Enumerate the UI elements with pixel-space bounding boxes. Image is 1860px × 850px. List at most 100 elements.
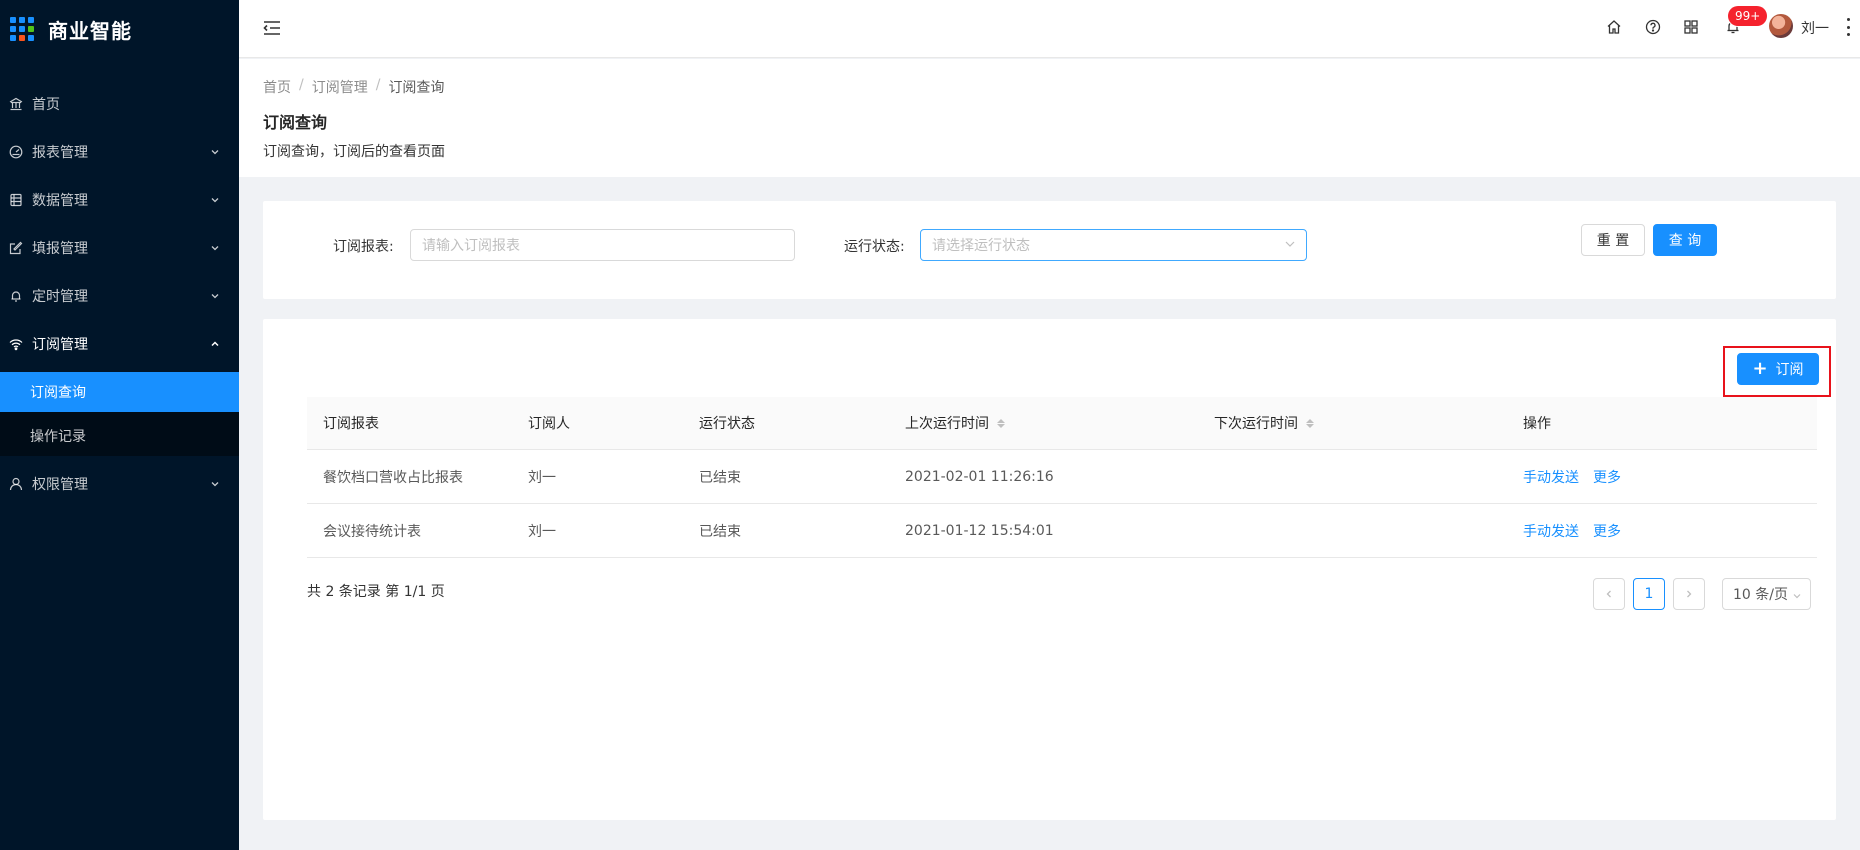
page-size-select[interactable]: 10 条/页 bbox=[1722, 578, 1811, 610]
add-subscription-button[interactable]: + 订阅 bbox=[1737, 353, 1819, 385]
menu-fold-icon[interactable] bbox=[262, 18, 282, 38]
current-page: 1 bbox=[1644, 586, 1654, 602]
status-field-label: 运行状态: bbox=[844, 239, 905, 255]
page-number-button[interactable]: 1 bbox=[1633, 578, 1665, 610]
page-title: 订阅查询 bbox=[263, 113, 328, 132]
sidebar-subitem-subscription-query[interactable]: 订阅查询 bbox=[0, 372, 239, 412]
sort-icon[interactable] bbox=[1306, 418, 1314, 428]
cell-last-run: 2021-01-12 15:54:01 bbox=[905, 522, 1054, 539]
chevron-right-icon bbox=[1687, 590, 1692, 598]
prev-page-button[interactable] bbox=[1593, 578, 1625, 610]
add-subscription-label: 订阅 bbox=[1775, 362, 1804, 378]
sidebar-item-data[interactable]: 数据管理 bbox=[0, 176, 239, 224]
user-name[interactable]: 刘一 bbox=[1801, 18, 1829, 38]
form-icon bbox=[8, 240, 24, 256]
subscription-table: 订阅报表 订阅人 运行状态 上次运行时间 下次运行时间 操作 餐饮档口营收占比报… bbox=[307, 397, 1817, 558]
column-header-label: 上次运行时间 bbox=[905, 416, 989, 432]
table-icon bbox=[8, 192, 24, 208]
table-row: 餐饮档口营收占比报表 刘一 已结束 2021-02-01 11:26:16 手动… bbox=[307, 450, 1817, 504]
bank-icon bbox=[8, 96, 24, 112]
column-header-label: 下次运行时间 bbox=[1214, 416, 1298, 432]
more-link[interactable]: 更多 bbox=[1593, 521, 1621, 541]
column-header-last-run[interactable]: 上次运行时间 bbox=[889, 413, 1198, 433]
sidebar-item-schedule[interactable]: 定时管理 bbox=[0, 272, 239, 320]
chevron-down-icon bbox=[209, 146, 221, 158]
chevron-up-icon bbox=[209, 338, 221, 350]
more-link[interactable]: 更多 bbox=[1593, 467, 1621, 487]
sidebar-item-label: 操作记录 bbox=[30, 429, 86, 445]
subscription-table-card: + 订阅 订阅报表 订阅人 运行状态 上次运行时间 下次运行时间 操作 餐饮档口… bbox=[263, 319, 1836, 820]
sidebar-item-label: 数据管理 bbox=[32, 193, 88, 209]
sidebar-item-label: 订阅管理 bbox=[32, 337, 88, 353]
sidebar-item-label: 首页 bbox=[32, 97, 60, 113]
chevron-down-icon bbox=[209, 194, 221, 206]
query-button-label: 查 询 bbox=[1668, 233, 1702, 249]
apps-icon[interactable] bbox=[1682, 18, 1700, 36]
cell-subscriber: 刘一 bbox=[528, 469, 556, 486]
avatar[interactable] bbox=[1769, 14, 1793, 38]
sidebar-item-label: 权限管理 bbox=[32, 477, 88, 493]
plus-icon: + bbox=[1752, 358, 1768, 379]
top-header: 99+ 刘一 bbox=[239, 0, 1860, 58]
status-select[interactable]: 请选择运行状态 bbox=[920, 229, 1307, 261]
sidebar-item-fill[interactable]: 填报管理 bbox=[0, 224, 239, 272]
chevron-down-icon bbox=[209, 290, 221, 302]
sidebar-item-label: 定时管理 bbox=[32, 289, 88, 305]
column-header-next-run[interactable]: 下次运行时间 bbox=[1198, 413, 1507, 433]
breadcrumb-subscription-management[interactable]: 订阅管理 bbox=[312, 77, 368, 97]
app-title: 商业智能 bbox=[48, 18, 132, 43]
breadcrumb: 首页 / 订阅管理 / 订阅查询 bbox=[263, 77, 1836, 97]
report-search-input[interactable]: 请输入订阅报表 bbox=[410, 229, 795, 261]
table-header: 订阅报表 订阅人 运行状态 上次运行时间 下次运行时间 操作 bbox=[307, 397, 1817, 450]
subscription-submenu: 订阅查询 操作记录 bbox=[0, 372, 239, 456]
sidebar-item-label: 填报管理 bbox=[32, 241, 88, 257]
user-icon bbox=[8, 476, 24, 492]
sidebar-item-permissions[interactable]: 权限管理 bbox=[0, 460, 239, 508]
logo[interactable]: 商业智能 bbox=[0, 0, 239, 58]
column-header-report: 订阅报表 bbox=[323, 416, 379, 432]
chevron-left-icon bbox=[1606, 590, 1611, 598]
notification-badge: 99+ bbox=[1728, 6, 1768, 26]
sidebar-item-subscription[interactable]: 订阅管理 bbox=[0, 320, 239, 368]
sidebar-item-label: 订阅查询 bbox=[30, 385, 86, 401]
cell-actions: 手动发送 更多 bbox=[1507, 521, 1817, 541]
cell-status: 已结束 bbox=[699, 469, 741, 486]
report-field-label: 订阅报表: bbox=[333, 239, 394, 255]
chevron-down-icon bbox=[209, 242, 221, 254]
more-vertical-icon[interactable] bbox=[1845, 16, 1851, 38]
reset-button[interactable]: 重 置 bbox=[1581, 224, 1645, 256]
sidebar-item-label: 报表管理 bbox=[32, 145, 88, 161]
table-row: 会议接待统计表 刘一 已结束 2021-01-12 15:54:01 手动发送 … bbox=[307, 504, 1817, 558]
sidebar-subitem-operation-log[interactable]: 操作记录 bbox=[0, 416, 239, 456]
column-header-status: 运行状态 bbox=[699, 416, 755, 432]
breadcrumb-separator: / bbox=[299, 77, 304, 93]
page-size-value: 10 条/页 bbox=[1733, 587, 1788, 603]
next-page-button[interactable] bbox=[1673, 578, 1705, 610]
sidebar: 商业智能 首页 报表管理 数据管理 填报管理 定时管理 订阅管理 订阅查询 操作… bbox=[0, 0, 239, 850]
column-header-actions: 操作 bbox=[1523, 416, 1551, 432]
sort-icon[interactable] bbox=[997, 418, 1005, 428]
breadcrumb-current: 订阅查询 bbox=[388, 80, 445, 96]
pagination-summary: 共 2 条记录 第 1/1 页 bbox=[307, 584, 445, 600]
page-description: 订阅查询，订阅后的查看页面 bbox=[263, 144, 445, 160]
cell-actions: 手动发送 更多 bbox=[1507, 467, 1817, 487]
chevron-down-icon bbox=[1284, 238, 1296, 250]
cell-last-run: 2021-02-01 11:26:16 bbox=[905, 468, 1054, 485]
cell-report: 会议接待统计表 bbox=[323, 523, 421, 540]
breadcrumb-home[interactable]: 首页 bbox=[263, 77, 291, 97]
chevron-down-icon bbox=[209, 478, 221, 490]
query-button[interactable]: 查 询 bbox=[1653, 224, 1717, 256]
manual-send-link[interactable]: 手动发送 bbox=[1523, 521, 1579, 541]
home-icon[interactable] bbox=[1605, 18, 1623, 36]
manual-send-link[interactable]: 手动发送 bbox=[1523, 467, 1579, 487]
sidebar-item-home[interactable]: 首页 bbox=[0, 80, 239, 128]
status-select-placeholder: 请选择运行状态 bbox=[932, 238, 1030, 254]
help-icon[interactable] bbox=[1644, 18, 1662, 36]
dashboard-icon bbox=[8, 144, 24, 160]
app-grid-icon bbox=[10, 17, 34, 41]
reset-button-label: 重 置 bbox=[1596, 233, 1630, 249]
sidebar-menu: 首页 报表管理 数据管理 填报管理 定时管理 订阅管理 订阅查询 操作记录 权限… bbox=[0, 80, 239, 508]
cell-subscriber: 刘一 bbox=[528, 523, 556, 540]
cell-report: 餐饮档口营收占比报表 bbox=[323, 469, 463, 486]
sidebar-item-reports[interactable]: 报表管理 bbox=[0, 128, 239, 176]
